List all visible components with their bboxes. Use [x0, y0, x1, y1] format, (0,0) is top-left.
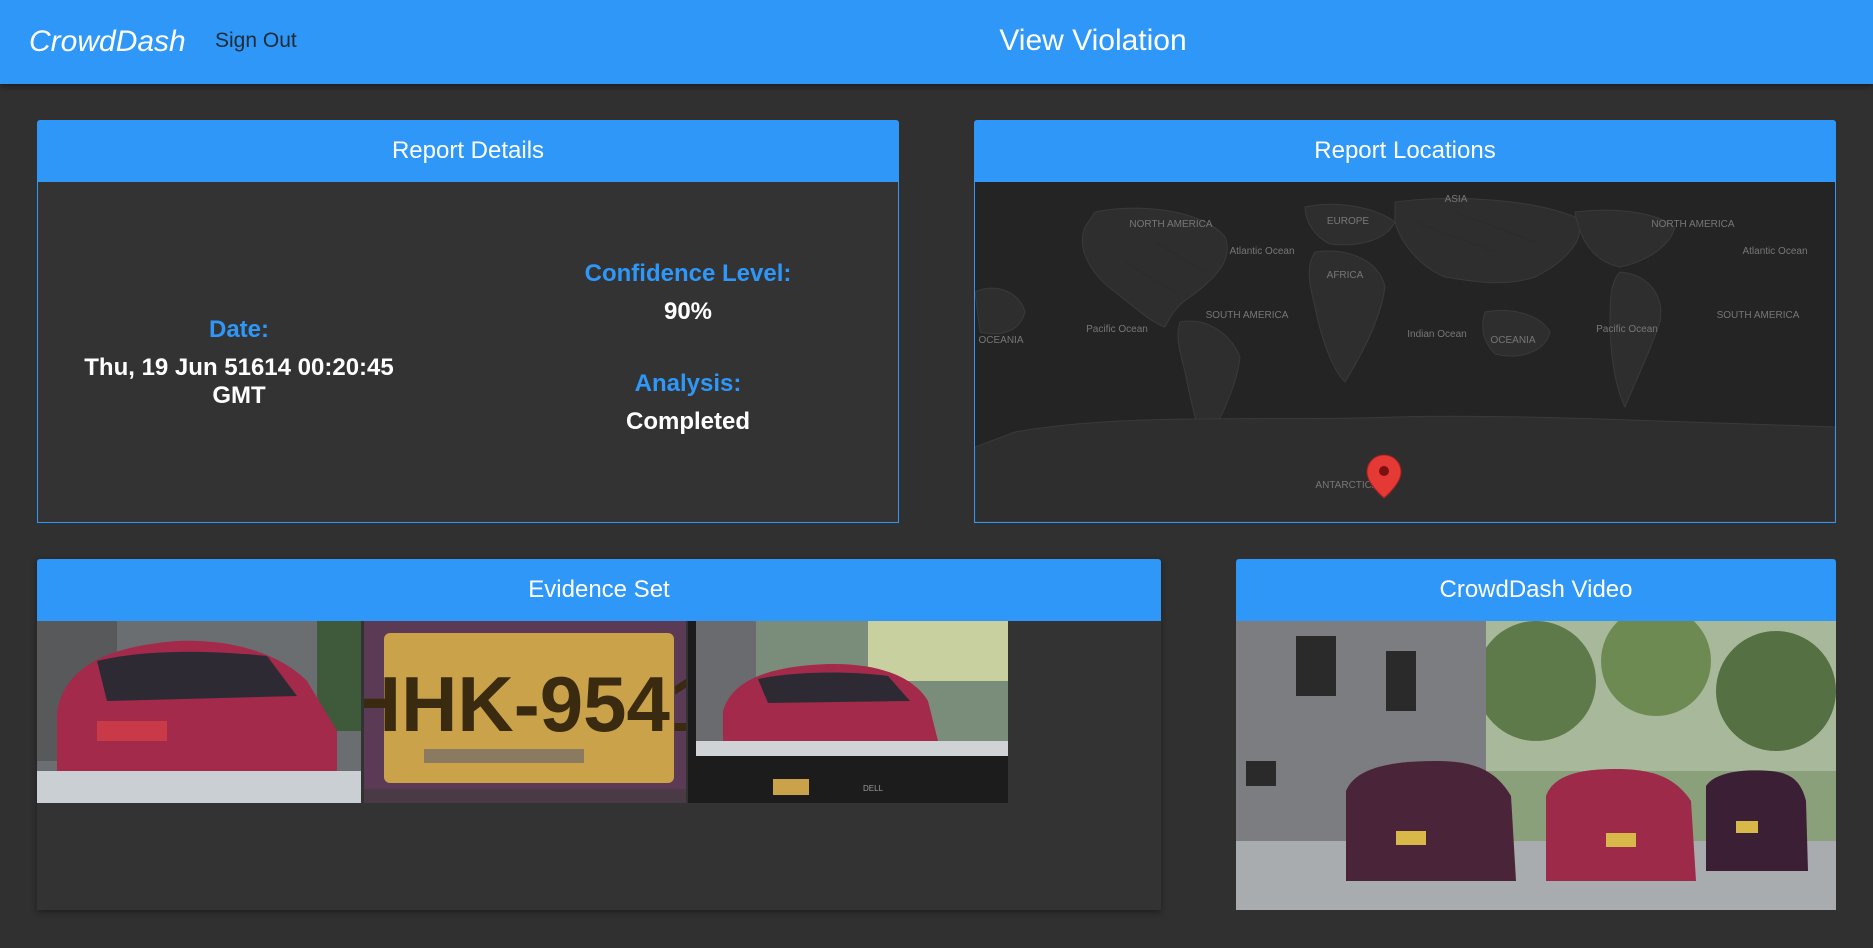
crowddash-video-title: CrowdDash Video — [1236, 559, 1836, 621]
map-label-south-america-left: SOUTH AMERICA — [1206, 310, 1289, 321]
evidence-image-car-monitor[interactable]: DELL — [688, 621, 1008, 803]
analysis-value: Completed — [625, 408, 750, 435]
map-label-north-america-right: NORTH AMERICA — [1651, 219, 1734, 230]
plate-text: HHK-9541 — [364, 660, 686, 748]
date-field: Date: Thu, 19 Jun 51614 00:20:45 GMT — [78, 316, 400, 410]
date-value: Thu, 19 Jun 51614 00:20:45 GMT — [84, 354, 394, 409]
map-label-north-america-left: NORTH AMERICA — [1129, 219, 1212, 230]
report-locations-title: Report Locations — [974, 120, 1836, 182]
monitor-brand: DELL — [863, 784, 884, 793]
map-label-oceania-left: OCEANIA — [978, 335, 1023, 346]
evidence-set-card: Evidence Set HHK-9541 — [37, 559, 1161, 910]
evidence-image-car-rear[interactable] — [37, 621, 361, 803]
evidence-set-title: Evidence Set — [37, 559, 1161, 621]
evidence-gallery: HHK-9541 DELL — [37, 621, 1161, 910]
world-map[interactable]: NORTH AMERICA Atlantic Ocean EUROPE ASIA… — [975, 182, 1835, 522]
map-label-atlantic-left: Atlantic Ocean — [1229, 246, 1294, 257]
report-details-body: Date: Thu, 19 Jun 51614 00:20:45 GMT Con… — [37, 182, 899, 523]
map-label-atlantic-right: Atlantic Ocean — [1742, 246, 1807, 257]
report-details-card: Report Details Date: Thu, 19 Jun 51614 0… — [37, 120, 899, 523]
confidence-label: Confidence Level: — [584, 260, 792, 287]
date-label: Date: — [208, 316, 269, 343]
evidence-image-license-plate[interactable]: HHK-9541 — [364, 621, 686, 803]
map-label-oceania-right: OCEANIA — [1490, 335, 1535, 346]
video-player[interactable] — [1236, 621, 1836, 910]
map-label-indian: Indian Ocean — [1407, 329, 1467, 340]
map-label-asia: ASIA — [1445, 194, 1468, 205]
map-label-south-america-right: SOUTH AMERICA — [1717, 310, 1800, 321]
map-container[interactable]: NORTH AMERICA Atlantic Ocean EUROPE ASIA… — [974, 182, 1836, 523]
map-label-pacific-left: Pacific Ocean — [1086, 324, 1148, 335]
analysis-field: Analysis: Completed — [558, 370, 818, 436]
map-label-pacific-right: Pacific Ocean — [1596, 324, 1658, 335]
analysis-label: Analysis: — [634, 370, 742, 397]
report-details-title: Report Details — [37, 120, 899, 182]
crowddash-video-card: CrowdDash Video — [1236, 559, 1836, 910]
map-label-africa: AFRICA — [1327, 270, 1364, 281]
map-label-europe: EUROPE — [1327, 216, 1370, 227]
confidence-value: 90% — [663, 298, 713, 325]
top-bar: CrowdDash Sign Out View Violation — [0, 0, 1873, 84]
confidence-field: Confidence Level: 90% — [558, 260, 818, 326]
brand-logo[interactable]: CrowdDash — [29, 25, 186, 59]
sign-out-link[interactable]: Sign Out — [215, 29, 297, 53]
report-locations-card: Report Locations NORTH AMERICA Atlantic … — [974, 120, 1836, 523]
